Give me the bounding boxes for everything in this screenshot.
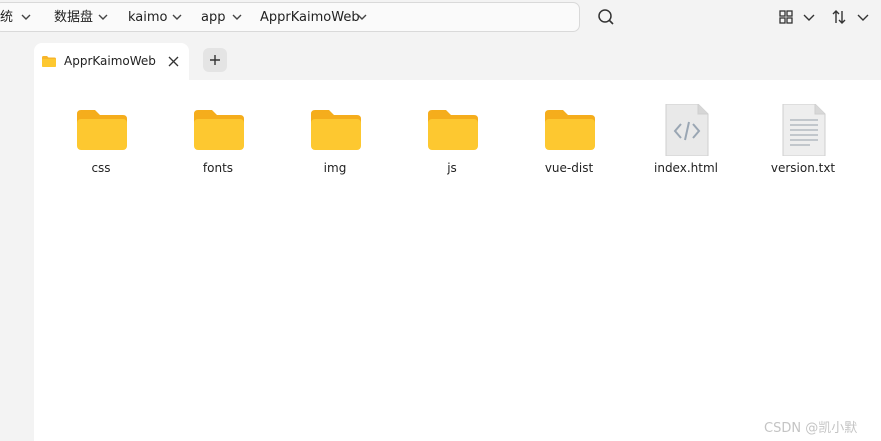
breadcrumb-item-kaimo[interactable]: kaimo [128, 3, 168, 33]
new-tab-button[interactable] [203, 48, 227, 72]
chevron-down-icon[interactable] [172, 12, 182, 22]
chevron-down-icon[interactable] [852, 6, 874, 28]
html-file-icon [665, 104, 709, 156]
folder-icon [77, 110, 127, 150]
file-item-img[interactable]: img [285, 104, 385, 182]
folder-icon [42, 56, 56, 67]
tab-label: ApprKaimoWeb [64, 54, 156, 68]
chevron-down-icon[interactable] [357, 12, 367, 22]
breadcrumb-item-apprkaimoweb[interactable]: ApprKaimoWeb [260, 3, 360, 33]
sort-icon[interactable] [828, 6, 850, 28]
breadcrumb-item-system[interactable]: 系统 [0, 3, 13, 33]
breadcrumb-item-app[interactable]: app [201, 3, 225, 33]
file-label: fonts [202, 161, 234, 175]
plus-icon [210, 55, 220, 65]
file-label: version.txt [770, 161, 836, 175]
folder-icon [428, 110, 478, 150]
tab-apprkaimoweb[interactable]: ApprKaimoWeb [34, 43, 189, 80]
file-item-js[interactable]: js [402, 104, 502, 182]
breadcrumb-item-data-disk[interactable]: 数据盘 [54, 3, 93, 33]
chevron-down-icon[interactable] [798, 6, 820, 28]
file-label: vue-dist [544, 161, 594, 175]
folder-icon [545, 110, 595, 150]
breadcrumb[interactable]: 系统 数据盘 kaimo app ApprKaimoWeb [0, 2, 580, 32]
file-label: css [91, 161, 111, 175]
file-label: index.html [654, 161, 718, 175]
chevron-down-icon[interactable] [98, 12, 108, 22]
tab-bar: ApprKaimoWeb [34, 40, 881, 80]
folder-icon [194, 110, 244, 150]
toolbar: 系统 数据盘 kaimo app ApprKaimoWeb [0, 0, 881, 38]
file-label: js [447, 161, 457, 175]
file-item-vue-dist[interactable]: vue-dist [519, 104, 619, 182]
watermark: CSDN @凯小默 [764, 421, 858, 436]
chevron-down-icon[interactable] [21, 12, 31, 22]
file-item-version-txt[interactable]: version.txt [753, 104, 853, 182]
file-item-index-html[interactable]: index.html [636, 104, 736, 182]
file-item-css[interactable]: css [51, 104, 151, 182]
text-file-icon [782, 104, 826, 156]
file-label: img [323, 161, 347, 175]
folder-icon [311, 110, 361, 150]
file-item-fonts[interactable]: fonts [168, 104, 268, 182]
chevron-down-icon[interactable] [232, 12, 242, 22]
grid-view-icon[interactable] [775, 6, 797, 28]
search-icon[interactable] [595, 6, 617, 28]
file-grid: css fonts img js vue-dist index.html ver… [34, 80, 881, 441]
close-icon[interactable] [168, 56, 179, 67]
